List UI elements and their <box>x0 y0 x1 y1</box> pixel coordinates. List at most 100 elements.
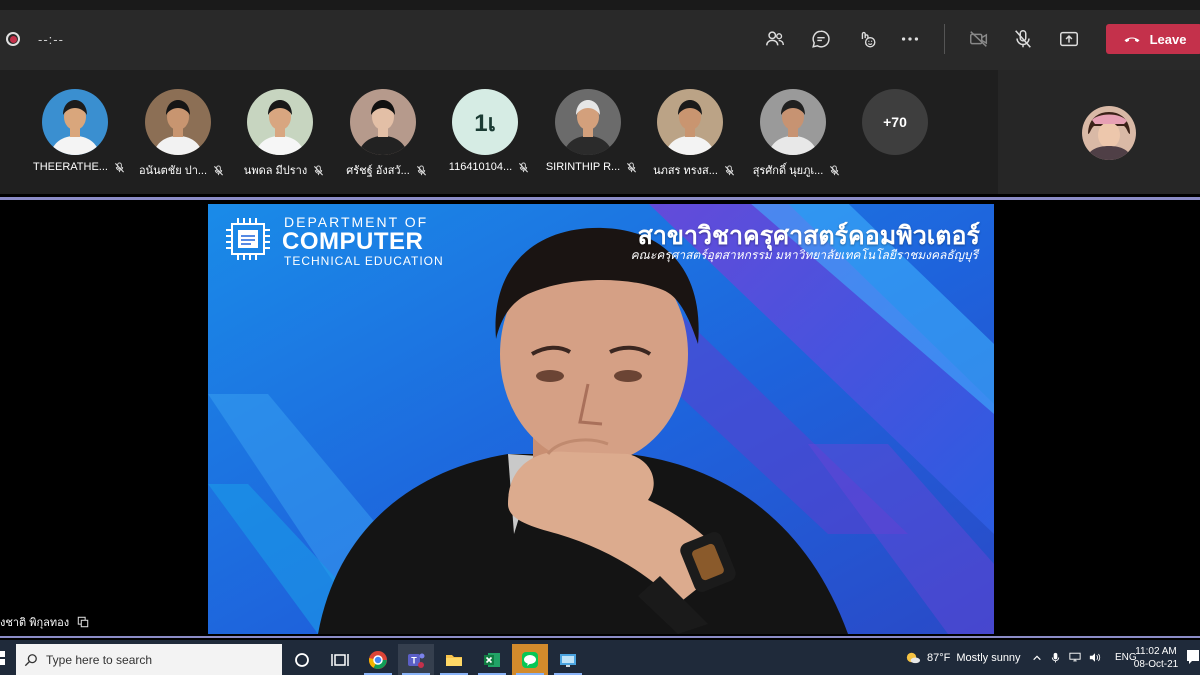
muted-mic-icon <box>416 164 426 175</box>
participant-tile[interactable]: 1เ 116410104... <box>434 70 536 194</box>
participant-tile[interactable]: THEERATHE... <box>24 70 126 194</box>
participant-name-row: อนันตชัย ปา... <box>127 161 237 179</box>
weather-temp: 87°F <box>927 651 951 664</box>
teams-icon: T <box>408 653 425 668</box>
participant-tile[interactable]: อนันตชัย ปา... <box>127 70 229 194</box>
microphone-icon[interactable] <box>1050 652 1061 663</box>
weather-text: Mostly sunny <box>956 651 1021 664</box>
mic-toggle-button[interactable] <box>1008 24 1038 54</box>
clock-date: 08-Oct-21 <box>1133 659 1179 670</box>
more-icon <box>901 37 919 41</box>
system-tray: ENG <box>1032 640 1137 675</box>
reactions-button[interactable] <box>852 24 882 54</box>
people-button[interactable] <box>760 24 790 54</box>
share-screen-button[interactable] <box>1054 24 1084 54</box>
dept-line2: COMPUTER <box>282 228 424 255</box>
muted-indicator <box>213 164 224 176</box>
rmutt-logo-icon <box>222 216 274 264</box>
participant-avatar <box>554 89 621 155</box>
speaker-name-label: งชาติ พิกุลทอง <box>0 613 89 631</box>
file-explorer-taskbar-button[interactable] <box>436 644 472 675</box>
participant-name: นพดล มีปราง <box>243 165 308 177</box>
participant-name-row: 116410104... <box>434 161 544 173</box>
leave-button[interactable]: Leave <box>1106 24 1200 54</box>
virtual-background <box>208 204 994 634</box>
participant-name-row: นภสร ทรงส... <box>639 161 749 179</box>
muted-mic-icon <box>627 161 637 172</box>
main-video-stage: DEPARTMENT OF COMPUTER TECHNICAL EDUCATI… <box>0 200 1200 638</box>
weather-widget[interactable]: 87°F Mostly sunny <box>904 640 1021 675</box>
chevron-up-icon[interactable] <box>1032 653 1042 663</box>
network-icon[interactable] <box>1069 652 1081 663</box>
muted-indicator <box>518 161 529 173</box>
leave-label: Leave <box>1149 31 1187 47</box>
clock-time: 11:02 AM <box>1135 646 1177 657</box>
overflow-participants-tile[interactable]: +70 <box>844 70 946 194</box>
participant-tile[interactable]: สุรศักดิ์ นุยภูเ... <box>742 70 844 194</box>
task-view-icon <box>331 653 349 666</box>
muted-mic-icon <box>214 164 224 175</box>
participant-name-row: THEERATHE... <box>24 161 134 173</box>
svg-text:T: T <box>411 655 417 665</box>
participant-name-row: ศรัชฐ์ อังสวั... <box>332 161 442 179</box>
dept-line3: TECHNICAL EDUCATION <box>284 254 444 268</box>
speaker-video[interactable]: DEPARTMENT OF COMPUTER TECHNICAL EDUCATI… <box>208 204 994 634</box>
participant-name-row: SIRINTHIP R... <box>537 161 647 173</box>
camera-off-icon <box>970 31 988 47</box>
windows-start-icon[interactable] <box>0 649 6 667</box>
participant-avatar <box>42 89 108 155</box>
search-icon <box>24 653 37 666</box>
muted-indicator <box>626 161 637 173</box>
muted-indicator <box>114 161 125 173</box>
cortana-icon <box>295 652 309 667</box>
participant-tile[interactable]: นพดล มีปราง <box>229 70 331 194</box>
reactions-icon <box>861 31 876 48</box>
participant-name: THEERATHE... <box>33 161 108 173</box>
participant-name-row: นพดล มีปราง <box>229 161 339 179</box>
excel-taskbar-button[interactable] <box>474 644 510 675</box>
screen-share-indicator-icon <box>77 616 89 628</box>
participant-name: SIRINTHIP R... <box>545 161 621 173</box>
weather-sunny-icon <box>906 652 921 664</box>
meeting-toolbar: --:-- Leave <box>0 0 1200 70</box>
control-panel-taskbar-button[interactable] <box>550 644 586 675</box>
line-taskbar-button[interactable] <box>512 644 548 675</box>
chat-icon <box>812 30 830 48</box>
monitor-icon <box>560 653 576 667</box>
taskbar-clock[interactable]: 11:02 AM 08-Oct-21 <box>1130 645 1182 671</box>
muted-indicator <box>829 164 840 176</box>
toolbar-divider <box>944 24 945 54</box>
more-options-button[interactable] <box>895 24 925 54</box>
folder-icon <box>446 654 462 666</box>
line-icon <box>522 651 538 668</box>
teams-taskbar-button[interactable]: T <box>398 644 434 675</box>
self-view-avatar[interactable] <box>1082 106 1136 160</box>
participant-avatar <box>247 89 313 155</box>
participant-avatar <box>759 89 826 155</box>
participant-name: ศรัชฐ์ อังสวั... <box>346 165 410 177</box>
participant-initials-avatar: 1เ <box>452 89 518 155</box>
volume-icon[interactable] <box>1089 652 1101 663</box>
task-view-button[interactable] <box>322 644 358 675</box>
participant-gallery: THEERATHE... อนันตชัย ปา... นพดล มีปราง ศรั… <box>0 70 998 194</box>
muted-indicator <box>313 164 324 176</box>
participant-name: สุรศักดิ์ นุยภูเ... <box>752 165 824 177</box>
windows-taskbar: Type here to search T 87°F Mostly sunny … <box>0 640 1200 675</box>
muted-mic-icon <box>830 164 840 175</box>
participant-tile[interactable]: นภสร ทรงส... <box>639 70 741 194</box>
muted-indicator <box>416 164 427 176</box>
participant-tile[interactable]: SIRINTHIP R... <box>537 70 639 194</box>
participant-tile[interactable]: ศรัชฐ์ อังสวั... <box>332 70 434 194</box>
stage-divider <box>0 636 1200 638</box>
participant-avatar <box>349 89 416 155</box>
meeting-timer: --:-- <box>38 32 64 47</box>
taskbar-search-box[interactable]: Type here to search <box>16 644 282 675</box>
cortana-button[interactable] <box>284 644 320 675</box>
chrome-taskbar-button[interactable] <box>360 644 396 675</box>
camera-toggle-button[interactable] <box>964 24 994 54</box>
muted-mic-icon <box>519 161 529 172</box>
notifications-icon[interactable] <box>1186 649 1200 665</box>
recording-icon <box>6 32 20 46</box>
muted-mic-icon <box>724 164 734 175</box>
chat-button[interactable] <box>806 24 836 54</box>
